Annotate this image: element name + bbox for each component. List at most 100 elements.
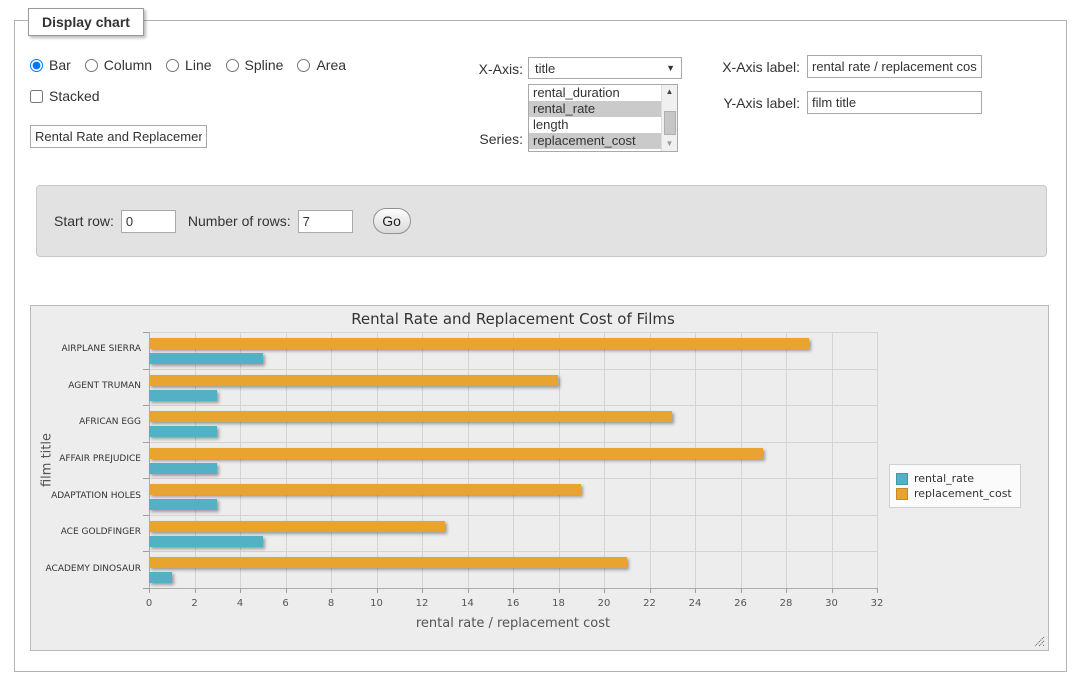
x-axis-tick: [695, 588, 696, 593]
radio-line[interactable]: [166, 59, 179, 72]
scrollbar-thumb[interactable]: [664, 111, 676, 135]
stacked-checkbox[interactable]: [30, 90, 43, 103]
y-axis-tick: [143, 405, 149, 406]
series-option[interactable]: rental_duration: [529, 85, 661, 101]
gridline: [468, 332, 469, 588]
x-axis-tick: [786, 588, 787, 593]
radio-line-label[interactable]: Line: [185, 57, 211, 73]
gridline: [149, 442, 877, 443]
x-tick-label: 0: [129, 598, 169, 609]
x-axis-title: rental rate / replacement cost: [149, 616, 877, 631]
bar-replacement_cost[interactable]: [149, 338, 809, 349]
gridline: [832, 332, 833, 588]
gridline: [377, 332, 378, 588]
bar-rental_rate[interactable]: [149, 390, 217, 401]
start-row-label: Start row:: [54, 213, 114, 229]
bar-rental_rate[interactable]: [149, 426, 217, 437]
y-axis-tick: [143, 332, 149, 333]
y-axis-label-input[interactable]: [807, 91, 982, 114]
x-axis-tick: [240, 588, 241, 593]
gridline: [650, 332, 651, 588]
legend-item[interactable]: replacement_cost: [896, 487, 1012, 500]
x-tick-label: 4: [220, 598, 260, 609]
series-multiselect[interactable]: rental_duration rental_rate length repla…: [528, 84, 678, 152]
scroll-down-icon[interactable]: ▼: [662, 137, 677, 151]
radio-column-label[interactable]: Column: [104, 57, 152, 73]
x-axis-tick: [422, 588, 423, 593]
fieldset-legend: Display chart: [28, 8, 144, 36]
bar-rental_rate[interactable]: [149, 572, 172, 583]
x-tick-label: 30: [812, 598, 852, 609]
stacked-label[interactable]: Stacked: [49, 88, 100, 104]
y-axis-tick: [143, 369, 149, 370]
chart-title-input[interactable]: [30, 125, 207, 148]
go-button[interactable]: Go: [373, 208, 411, 234]
gridline: [149, 551, 877, 552]
chart-type-radio-group: Bar Column Line Spline Area: [30, 57, 354, 73]
gridline: [559, 332, 560, 588]
category-label: ACADEMY DINOSAUR: [31, 564, 141, 574]
start-row-input[interactable]: [121, 210, 176, 233]
x-tick-label: 32: [857, 598, 897, 609]
gridline: [149, 369, 877, 370]
chevron-down-icon: ▼: [666, 63, 675, 73]
x-axis-label-input[interactable]: [807, 55, 982, 78]
gridline: [149, 478, 877, 479]
bar-replacement_cost[interactable]: [149, 521, 445, 532]
category-label: AGENT TRUMAN: [31, 381, 141, 391]
series-option[interactable]: rental_rate: [529, 101, 661, 117]
category-label: ADAPTATION HOLES: [31, 491, 141, 501]
gridline: [149, 515, 877, 516]
radio-area-label[interactable]: Area: [316, 57, 346, 73]
gridline: [240, 332, 241, 588]
bar-rental_rate[interactable]: [149, 499, 217, 510]
x-tick-label: 10: [357, 598, 397, 609]
legend-swatch-rental-rate: [896, 473, 908, 485]
bar-replacement_cost[interactable]: [149, 448, 763, 459]
x-axis-tick: [377, 588, 378, 593]
x-tick-label: 6: [266, 598, 306, 609]
bar-replacement_cost[interactable]: [149, 375, 558, 386]
x-axis-tick: [604, 588, 605, 593]
radio-bar-label[interactable]: Bar: [49, 57, 71, 73]
x-tick-label: 12: [402, 598, 442, 609]
scroll-up-icon[interactable]: ▲: [662, 85, 677, 99]
x-axis-tick: [832, 588, 833, 593]
x-axis-tick: [741, 588, 742, 593]
radio-column[interactable]: [85, 59, 98, 72]
x-tick-label: 16: [493, 598, 533, 609]
series-scrollbar[interactable]: ▲ ▼: [661, 85, 677, 151]
gridline: [741, 332, 742, 588]
radio-area[interactable]: [297, 59, 310, 72]
chart-container: Rental Rate and Replacement Cost of Film…: [30, 305, 1049, 651]
series-option[interactable]: replacement_cost: [529, 133, 661, 149]
radio-spline-label[interactable]: Spline: [245, 57, 284, 73]
y-axis-line: [149, 332, 150, 588]
y-axis-tick: [143, 442, 149, 443]
bar-replacement_cost[interactable]: [149, 557, 627, 568]
x-axis-selected-value: title: [535, 61, 555, 76]
bar-rental_rate[interactable]: [149, 463, 217, 474]
gridline: [422, 332, 423, 588]
legend-item[interactable]: rental_rate: [896, 472, 1012, 485]
resize-grip-icon[interactable]: [1034, 636, 1045, 647]
bar-rental_rate[interactable]: [149, 353, 263, 364]
bar-replacement_cost[interactable]: [149, 411, 672, 422]
gridline: [786, 332, 787, 588]
gridline: [195, 332, 196, 588]
bar-replacement_cost[interactable]: [149, 484, 581, 495]
series-option[interactable]: length: [529, 117, 661, 133]
gridline: [286, 332, 287, 588]
x-axis-select[interactable]: title ▼: [528, 57, 682, 79]
radio-spline[interactable]: [226, 59, 239, 72]
category-label: AFRICAN EGG: [31, 417, 141, 427]
num-rows-input[interactable]: [298, 210, 353, 233]
category-label: ACE GOLDFINGER: [31, 527, 141, 537]
bar-rental_rate[interactable]: [149, 536, 263, 547]
x-tick-label: 2: [175, 598, 215, 609]
y-axis-tick: [143, 551, 149, 552]
chart-legend: rental_rate replacement_cost: [889, 464, 1021, 508]
page: Display chart Bar Column Line Spline Are…: [0, 0, 1081, 681]
gridline: [695, 332, 696, 588]
radio-bar[interactable]: [30, 59, 43, 72]
